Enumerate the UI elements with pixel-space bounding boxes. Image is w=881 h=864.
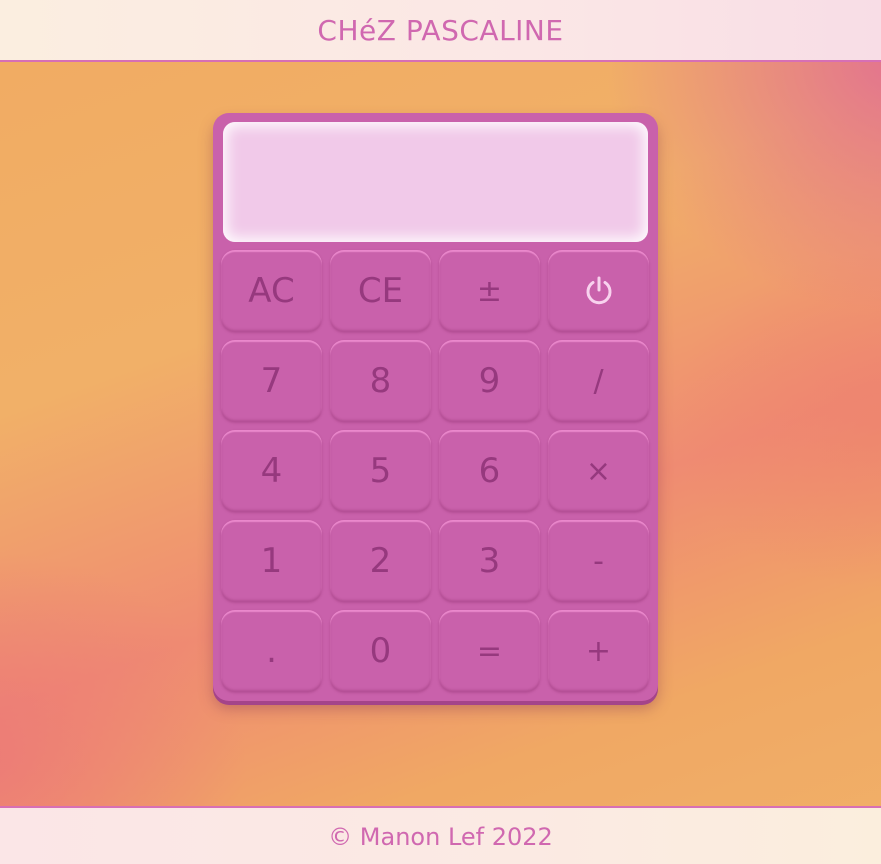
keypad: AC CE ± 7 8 9 / 4 5 6 × 1 2 3 - . 0 = + xyxy=(221,250,651,692)
digit-3-button[interactable]: 3 xyxy=(439,520,540,602)
digit-0-button[interactable]: 0 xyxy=(330,610,431,692)
page-title: CHéZ PASCALINE xyxy=(317,13,564,47)
digit-8-button[interactable]: 8 xyxy=(330,340,431,422)
equals-button[interactable]: = xyxy=(439,610,540,692)
digit-4-button[interactable]: 4 xyxy=(221,430,322,512)
clear-entry-button[interactable]: CE xyxy=(330,250,431,332)
digit-1-button[interactable]: 1 xyxy=(221,520,322,602)
power-button[interactable] xyxy=(548,250,649,332)
digit-9-button[interactable]: 9 xyxy=(439,340,540,422)
site-footer: © Manon Lef 2022 xyxy=(0,806,881,864)
calculator: AC CE ± 7 8 9 / 4 5 6 × 1 2 3 - . 0 = + xyxy=(213,113,658,701)
calculator-display xyxy=(223,122,648,242)
power-icon xyxy=(582,274,616,308)
decimal-point-button[interactable]: . xyxy=(221,610,322,692)
digit-2-button[interactable]: 2 xyxy=(330,520,431,602)
divide-button[interactable]: / xyxy=(548,340,649,422)
digit-5-button[interactable]: 5 xyxy=(330,430,431,512)
add-button[interactable]: + xyxy=(548,610,649,692)
copyright-text: © Manon Lef 2022 xyxy=(328,823,553,851)
all-clear-button[interactable]: AC xyxy=(221,250,322,332)
digit-7-button[interactable]: 7 xyxy=(221,340,322,422)
subtract-button[interactable]: - xyxy=(548,520,649,602)
site-header: CHéZ PASCALINE xyxy=(0,0,881,62)
multiply-button[interactable]: × xyxy=(548,430,649,512)
plus-minus-button[interactable]: ± xyxy=(439,250,540,332)
digit-6-button[interactable]: 6 xyxy=(439,430,540,512)
